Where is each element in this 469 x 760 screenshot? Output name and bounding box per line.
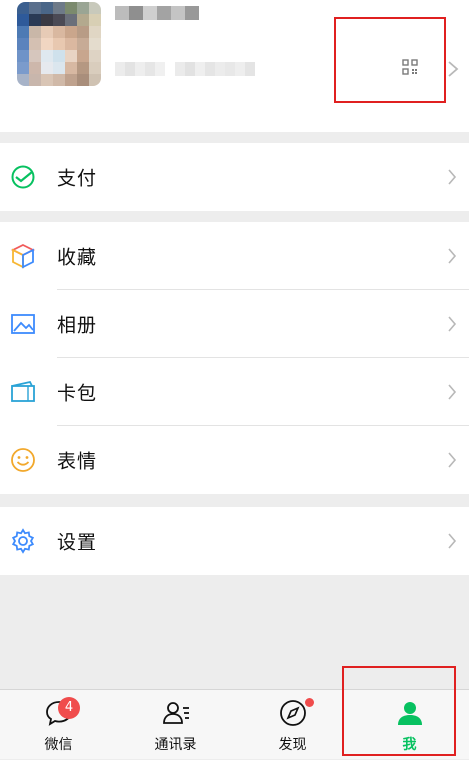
chevron-right-icon	[448, 452, 457, 468]
menu-item-favorites[interactable]: 收藏	[0, 222, 469, 290]
menu-item-label: 表情	[57, 450, 98, 473]
settings-group: 设置	[0, 507, 469, 575]
menu-item-label: 卡包	[57, 382, 98, 405]
menu-item-label: 设置	[57, 531, 98, 554]
contacts-icon	[162, 702, 189, 724]
menu-item-album[interactable]: 相册	[0, 290, 469, 358]
tab-label: 发现	[278, 737, 307, 753]
menu-item-label: 支付	[57, 167, 98, 190]
pay-icon	[11, 165, 35, 189]
menu-item-cards[interactable]: 卡包	[0, 358, 469, 426]
smiley-icon	[11, 448, 35, 472]
chevron-right-icon	[448, 61, 459, 77]
card-wallet-icon	[11, 380, 35, 402]
unread-badge: 4	[58, 697, 80, 719]
qr-code-icon[interactable]	[402, 59, 418, 75]
avatar[interactable]	[17, 2, 101, 86]
tab-contacts[interactable]: 通讯录	[117, 690, 234, 760]
new-content-dot	[305, 698, 314, 707]
tab-discover[interactable]: 发现	[234, 690, 351, 760]
qr-code-highlight-box	[334, 17, 446, 103]
username-obscured	[115, 6, 199, 34]
tab-label: 微信	[44, 737, 73, 753]
chevron-right-icon	[448, 169, 457, 185]
compass-icon	[279, 700, 306, 726]
chevron-right-icon	[448, 248, 457, 264]
menu-item-stickers[interactable]: 表情	[0, 426, 469, 494]
menu-item-label: 收藏	[57, 246, 98, 269]
album-image-icon	[11, 314, 35, 334]
chevron-right-icon	[448, 316, 457, 332]
menu-item-settings[interactable]: 设置	[0, 507, 469, 575]
tab-chats[interactable]: 4 微信	[0, 690, 117, 760]
me-tab-highlight-box	[342, 666, 456, 756]
chevron-right-icon	[448, 533, 457, 549]
wechat-id-obscured	[115, 62, 260, 76]
pay-group: 支付	[0, 143, 469, 211]
tab-label: 通讯录	[154, 737, 197, 753]
menu-item-label: 相册	[57, 314, 98, 337]
menu-item-pay[interactable]: 支付	[0, 143, 469, 211]
chevron-right-icon	[448, 384, 457, 400]
profile-header[interactable]	[0, 0, 469, 132]
gear-icon	[11, 528, 35, 554]
favorites-cube-icon	[10, 243, 36, 269]
main-menu-group: 收藏 相册 卡包 表情	[0, 222, 469, 494]
